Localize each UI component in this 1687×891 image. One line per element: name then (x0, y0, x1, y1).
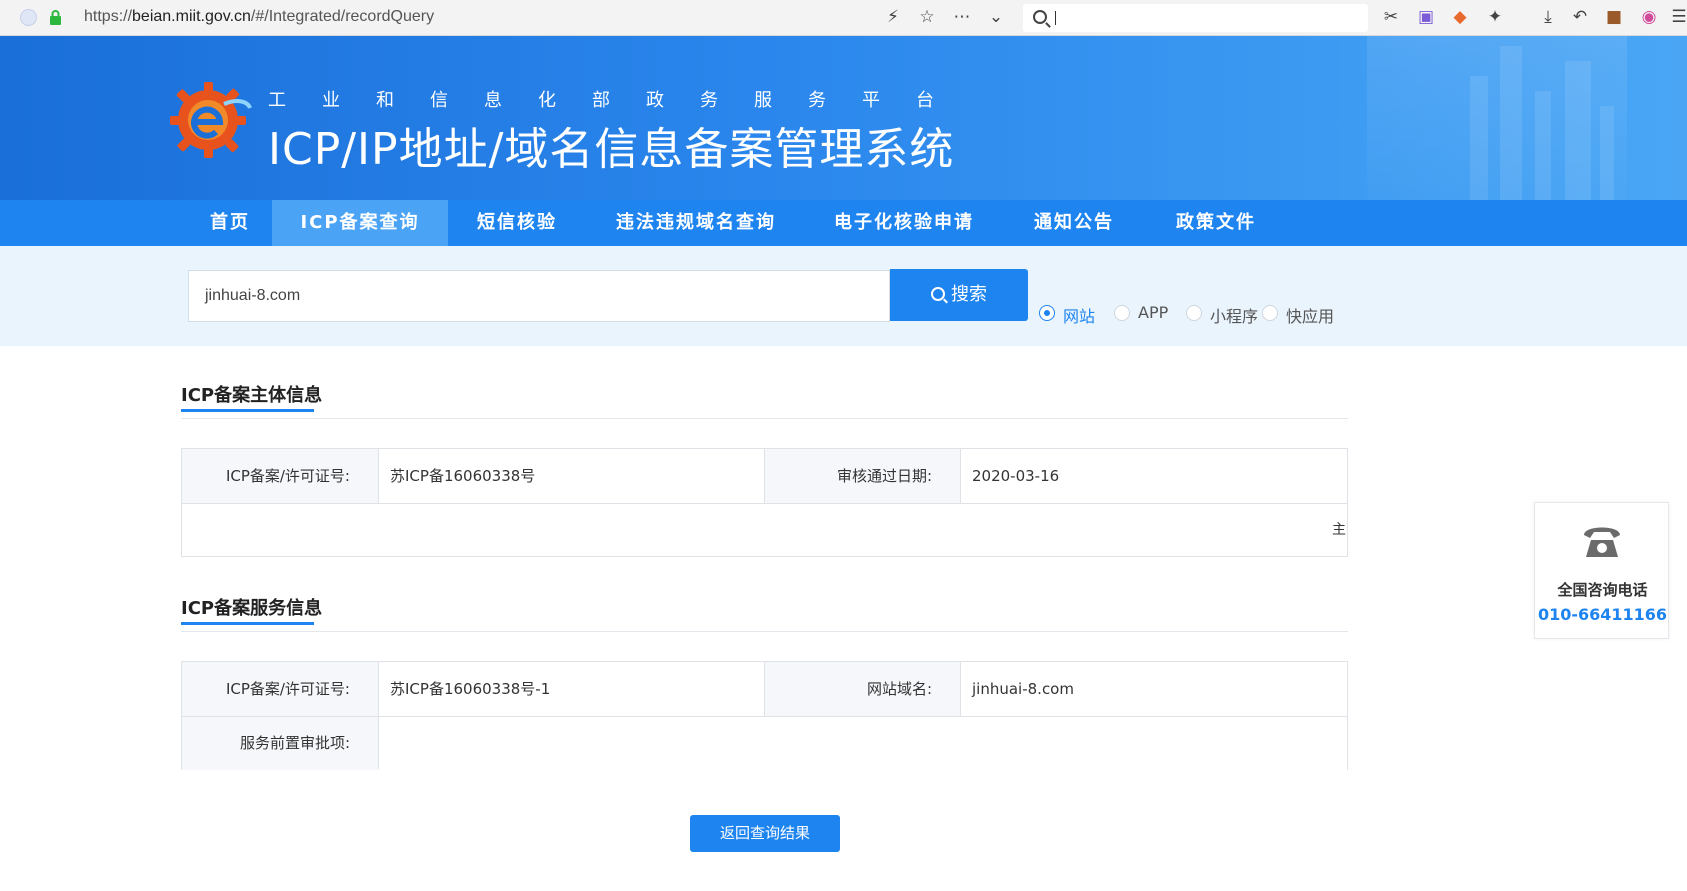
subject-section-title: ICP备案主体信息 (181, 385, 323, 406)
subject-overflow-text: 主 (1332, 522, 1346, 538)
undo-icon[interactable]: ↶ (1569, 6, 1591, 28)
nav-sms-verify[interactable]: 短信核验 (462, 200, 572, 246)
nav-icp-query[interactable]: ICP备案查询 (272, 200, 448, 246)
license-value: 苏ICP备16060338号 (378, 449, 764, 503)
approve-date-value: 2020-03-16 (960, 449, 1347, 503)
contact-label: 全国咨询电话 (1557, 581, 1648, 599)
briefcase-icon[interactable]: ■ (1603, 6, 1625, 28)
nav-home[interactable]: 首页 (186, 200, 274, 246)
header-subtitle: 工业和信息化部政务服务平台 (268, 90, 970, 111)
profile-icon[interactable]: ◉ (1638, 6, 1660, 28)
chevron-down-icon[interactable]: ⌄ (985, 6, 1007, 28)
domain-label: 网站域名: (764, 662, 960, 716)
subject-table: ICP备案/许可证号: 苏ICP备16060338号 审核通过日期: 2020-… (181, 448, 1348, 557)
section-underline (181, 622, 314, 625)
translate-icon[interactable]: ▣ (1415, 6, 1437, 28)
license-label: ICP备案/许可证号: (182, 449, 378, 503)
service-table: ICP备案/许可证号: 苏ICP备16060338号-1 网站域名: jinhu… (181, 661, 1348, 770)
approve-date-label: 审核通过日期: (764, 449, 960, 503)
extensions-icon[interactable]: ✦ (1484, 6, 1506, 28)
nav-e-verify[interactable]: 电子化核验申请 (830, 200, 978, 246)
service-license-value: 苏ICP备16060338号-1 (378, 662, 764, 716)
lock-icon[interactable] (49, 10, 62, 25)
contact-widget: 全国咨询电话 010-66411166 (1534, 502, 1669, 639)
scissors-icon[interactable]: ✂ (1380, 6, 1402, 28)
section-underline (181, 409, 314, 412)
menu-icon[interactable]: ☰ (1668, 6, 1687, 28)
search-input[interactable]: jinhuai-8.com (188, 270, 890, 322)
game-icon[interactable]: ◆ (1449, 6, 1471, 28)
lightning-icon[interactable]: ⚡ (882, 6, 904, 28)
browser-toolbar: https://beian.miit.gov.cn/#/Integrated/r… (0, 0, 1687, 36)
site-info-icon[interactable] (20, 9, 37, 26)
divider (181, 418, 1348, 419)
nav-policy[interactable]: 政策文件 (1166, 200, 1266, 246)
address-bar[interactable]: https://beian.miit.gov.cn/#/Integrated/r… (84, 8, 434, 26)
preapproval-value (378, 716, 1347, 770)
star-icon[interactable]: ☆ (916, 6, 938, 28)
nav-notice[interactable]: 通知公告 (1024, 200, 1124, 246)
header-title: ICP/IP地址/域名信息备案管理系统 (268, 124, 955, 175)
service-license-label: ICP备案/许可证号: (182, 662, 378, 716)
contact-phone: 010-66411166 (1537, 605, 1668, 624)
preapproval-label: 服务前置审批项: (182, 716, 378, 770)
divider (181, 631, 1348, 632)
miit-logo (170, 82, 252, 158)
domain-value: jinhuai-8.com (960, 662, 1347, 716)
search-icon (931, 287, 945, 301)
browser-search-box[interactable] (1023, 4, 1368, 32)
back-to-results-button[interactable]: 返回查询结果 (690, 815, 840, 852)
more-icon[interactable]: ⋯ (951, 6, 973, 28)
service-section-title: ICP备案服务信息 (181, 598, 323, 619)
search-icon (1033, 10, 1047, 24)
search-button[interactable]: 搜索 (890, 269, 1028, 321)
phone-icon (1584, 527, 1620, 557)
main-nav: 首页 ICP备案查询 短信核验 违法违规域名查询 电子化核验申请 通知公告 政策… (0, 200, 1687, 246)
nav-illegal-domain[interactable]: 违法违规域名查询 (610, 200, 782, 246)
download-icon[interactable]: ⤓ (1537, 6, 1559, 28)
